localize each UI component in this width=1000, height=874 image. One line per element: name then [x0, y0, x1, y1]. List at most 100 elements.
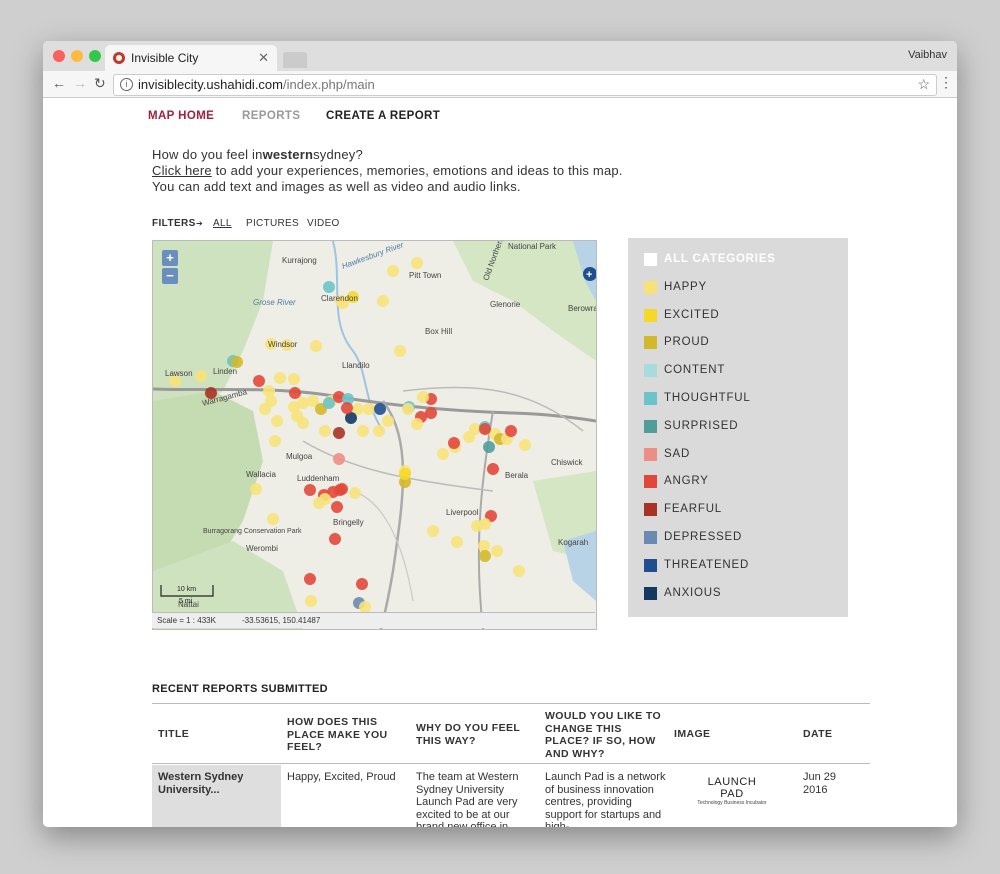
- recent-reports-title: RECENT REPORTS SUBMITTED: [152, 683, 328, 695]
- legend-label: DEPRESSED: [664, 531, 743, 543]
- report-pin[interactable]: [487, 463, 499, 475]
- table-header-rule: [152, 763, 870, 764]
- back-arrow-icon[interactable]: ←: [52, 75, 66, 91]
- report-pin[interactable]: [483, 441, 495, 453]
- minimize-window-button[interactable]: [71, 50, 83, 62]
- report-pin[interactable]: [437, 448, 449, 460]
- report-pin[interactable]: [471, 520, 483, 532]
- report-pin[interactable]: [313, 497, 325, 509]
- zoom-in-button[interactable]: +: [162, 250, 178, 266]
- report-pin[interactable]: [319, 425, 331, 437]
- intro-text: How do you feel inwesternsydney? Click h…: [152, 147, 623, 195]
- report-pin[interactable]: [288, 401, 300, 413]
- report-pin[interactable]: [331, 501, 343, 513]
- report-pin[interactable]: [267, 513, 279, 525]
- report-pin[interactable]: [341, 402, 353, 414]
- report-pin[interactable]: [333, 427, 345, 439]
- report-pin[interactable]: [357, 425, 369, 437]
- map-status-bar: Scale = 1 : 433K -33.53615, 150.41487: [152, 612, 595, 628]
- report-pin[interactable]: [394, 345, 406, 357]
- legend-swatch: [644, 475, 657, 489]
- report-pin[interactable]: [377, 295, 389, 307]
- report-pin[interactable]: [259, 403, 271, 415]
- report-pin[interactable]: [479, 423, 491, 435]
- info-icon[interactable]: i: [120, 78, 133, 91]
- click-here-link[interactable]: Click here: [152, 163, 212, 178]
- column-header-why[interactable]: WHY DO YOU FEEL THIS WAY?: [416, 722, 534, 747]
- column-header-feel[interactable]: HOW DOES THIS PLACE MAKE YOU FEEL?: [287, 716, 405, 754]
- report-pin[interactable]: [329, 533, 341, 545]
- report-pin[interactable]: [195, 370, 207, 382]
- filter-pictures[interactable]: PICTURES: [246, 218, 299, 229]
- legend-label: FEARFUL: [664, 503, 722, 516]
- reload-icon[interactable]: ↻: [94, 75, 106, 92]
- report-pin[interactable]: [427, 525, 439, 537]
- report-pin[interactable]: [411, 257, 423, 269]
- zoom-out-button[interactable]: −: [162, 268, 178, 284]
- report-pin[interactable]: [519, 439, 531, 451]
- filter-video[interactable]: VIDEO: [307, 218, 340, 229]
- report-pin[interactable]: [289, 387, 301, 399]
- report-title-link[interactable]: Western Sydney University...: [158, 771, 276, 796]
- report-image-logo[interactable]: LAUNCH PAD Technology Business Incubator: [694, 776, 770, 806]
- nav-reports[interactable]: REPORTS: [242, 110, 300, 122]
- report-pin[interactable]: [271, 415, 283, 427]
- report-pin[interactable]: [288, 373, 300, 385]
- bookmark-star-icon[interactable]: ☆: [917, 76, 930, 93]
- profile-user-name[interactable]: Vaibhav: [908, 49, 947, 61]
- report-pin[interactable]: [402, 403, 414, 415]
- report-pin[interactable]: [356, 578, 368, 590]
- report-pin[interactable]: [304, 484, 316, 496]
- launch-pad-logo-caption: Technology Business Incubator: [697, 800, 767, 806]
- report-pin[interactable]: [250, 483, 262, 495]
- close-icon[interactable]: ✕: [258, 50, 269, 66]
- filter-all[interactable]: ALL: [213, 218, 232, 229]
- nav-map-home[interactable]: MAP HOME: [148, 110, 214, 122]
- report-pin[interactable]: [382, 415, 394, 427]
- map-label-kogarah: Kogarah: [558, 538, 588, 547]
- report-pin[interactable]: [333, 453, 345, 465]
- legend-swatch: [644, 392, 657, 405]
- report-pin[interactable]: [349, 487, 361, 499]
- close-window-button[interactable]: [53, 50, 65, 62]
- report-pin[interactable]: [387, 265, 399, 277]
- report-pin[interactable]: [479, 550, 491, 562]
- report-pin[interactable]: [336, 483, 348, 495]
- column-header-image[interactable]: IMAGE: [674, 728, 710, 741]
- column-header-date[interactable]: DATE: [803, 728, 832, 741]
- report-pin[interactable]: [505, 425, 517, 437]
- report-pin[interactable]: [448, 437, 460, 449]
- report-pin[interactable]: [373, 425, 385, 437]
- browser-tab[interactable]: Invisible City ✕: [105, 45, 277, 71]
- report-pin[interactable]: [269, 435, 281, 447]
- report-pin[interactable]: [310, 340, 322, 352]
- legend-label: HAPPY: [664, 280, 707, 293]
- report-pin[interactable]: [263, 385, 275, 397]
- browser-menu-icon[interactable]: ⋮: [939, 74, 953, 91]
- column-header-title[interactable]: TITLE: [158, 728, 189, 741]
- report-pin[interactable]: [399, 468, 411, 480]
- new-tab-button[interactable]: [283, 52, 307, 68]
- nav-create-report[interactable]: CREATE A REPORT: [326, 110, 440, 122]
- site-favicon-icon: [113, 52, 125, 64]
- map-canvas[interactable]: Kurrajong Pitt Town Clarendon Old Northe…: [153, 241, 596, 629]
- report-pin[interactable]: [374, 403, 386, 415]
- report-pin[interactable]: [363, 403, 375, 415]
- forward-arrow-icon[interactable]: →: [73, 75, 87, 91]
- report-pin[interactable]: [304, 573, 316, 585]
- report-pin[interactable]: [323, 281, 335, 293]
- report-pin[interactable]: [305, 595, 317, 607]
- report-pin[interactable]: [253, 375, 265, 387]
- address-bar[interactable]: i invisiblecity.ushahidi.com/index.php/m…: [113, 74, 937, 96]
- zoom-window-button[interactable]: [89, 50, 101, 62]
- report-pin[interactable]: [451, 536, 463, 548]
- report-pin[interactable]: [274, 372, 286, 384]
- report-pin[interactable]: [513, 565, 525, 577]
- report-pin[interactable]: [323, 397, 335, 409]
- report-pin[interactable]: [411, 418, 423, 430]
- report-pin[interactable]: [425, 407, 437, 419]
- report-pin[interactable]: [417, 391, 429, 403]
- report-pin[interactable]: [491, 545, 503, 557]
- column-header-change[interactable]: WOULD YOU LIKE TO CHANGE THIS PLACE? IF …: [545, 710, 669, 760]
- report-map[interactable]: Kurrajong Pitt Town Clarendon Old Northe…: [152, 240, 597, 630]
